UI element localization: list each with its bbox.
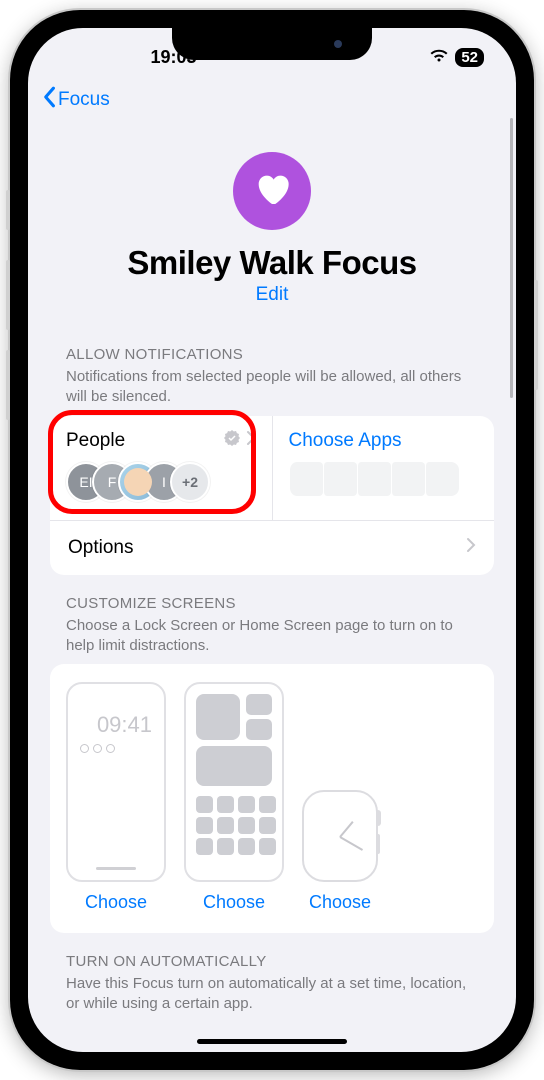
section-desc: Choose a Lock Screen or Home Screen page…: [50, 616, 494, 665]
section-header: ALLOW NOTIFICATIONS: [50, 346, 494, 367]
home-indicator[interactable]: [197, 1039, 347, 1044]
notifications-card: People EI F I: [50, 416, 494, 575]
volume-up-button: [6, 260, 10, 330]
notch: [172, 28, 372, 60]
auto-section: TURN ON AUTOMATICALLY Have this Focus tu…: [28, 933, 516, 1023]
apps-label: Choose Apps: [289, 430, 402, 452]
chevron-right-icon: [246, 430, 256, 452]
options-label: Options: [68, 537, 133, 559]
lock-time: 09:41: [80, 712, 152, 738]
screens-card: 09:41 Choose: [50, 664, 494, 933]
back-button[interactable]: Focus: [42, 86, 110, 114]
options-row[interactable]: Options: [50, 520, 494, 575]
choose-button[interactable]: Choose: [203, 892, 265, 913]
people-cell[interactable]: People EI F I: [50, 416, 272, 520]
back-label: Focus: [58, 89, 110, 111]
apps-cell[interactable]: Choose Apps: [272, 416, 495, 520]
people-label: People: [66, 430, 125, 452]
section-header: TURN ON AUTOMATICALLY: [50, 953, 494, 974]
watch-screen-preview: [302, 790, 378, 882]
lock-screen-item[interactable]: 09:41 Choose: [66, 682, 166, 913]
volume-down-button: [6, 350, 10, 420]
wifi-icon: [429, 47, 449, 68]
people-avatars: EI F I +2: [66, 462, 256, 502]
power-button: [534, 280, 538, 390]
section-desc: Notifications from selected people will …: [50, 367, 494, 416]
home-screen-item[interactable]: Choose: [184, 682, 284, 913]
page-title: Smiley Walk Focus: [48, 244, 496, 282]
checkmark-seal-icon: [224, 430, 240, 452]
chevron-right-icon: [466, 537, 476, 559]
heart-icon: [252, 169, 292, 214]
app-placeholders: [289, 462, 479, 496]
section-desc: Have this Focus turn on automatically at…: [50, 974, 494, 1023]
section-header: CUSTOMIZE SCREENS: [50, 595, 494, 616]
header-section: Smiley Walk Focus Edit: [28, 122, 516, 326]
phone-frame: 19:03 52 Focus Smiley Walk: [10, 10, 534, 1070]
edit-button[interactable]: Edit: [48, 284, 496, 306]
watch-screen-item[interactable]: Choose: [302, 790, 378, 913]
focus-icon-circle: [233, 152, 311, 230]
side-button: [6, 190, 10, 230]
scroll-bar[interactable]: [510, 118, 513, 398]
battery-level: 52: [455, 48, 484, 67]
notifications-section: ALLOW NOTIFICATIONS Notifications from s…: [28, 326, 516, 575]
choose-button[interactable]: Choose: [309, 892, 371, 913]
avatar-more: +2: [170, 462, 210, 502]
lock-screen-preview: 09:41: [66, 682, 166, 882]
home-screen-preview: [184, 682, 284, 882]
chevron-left-icon: [42, 86, 56, 114]
screens-section: CUSTOMIZE SCREENS Choose a Lock Screen o…: [28, 575, 516, 934]
screen: 19:03 52 Focus Smiley Walk: [28, 28, 516, 1052]
choose-button[interactable]: Choose: [85, 892, 147, 913]
nav-bar: Focus: [28, 78, 516, 122]
